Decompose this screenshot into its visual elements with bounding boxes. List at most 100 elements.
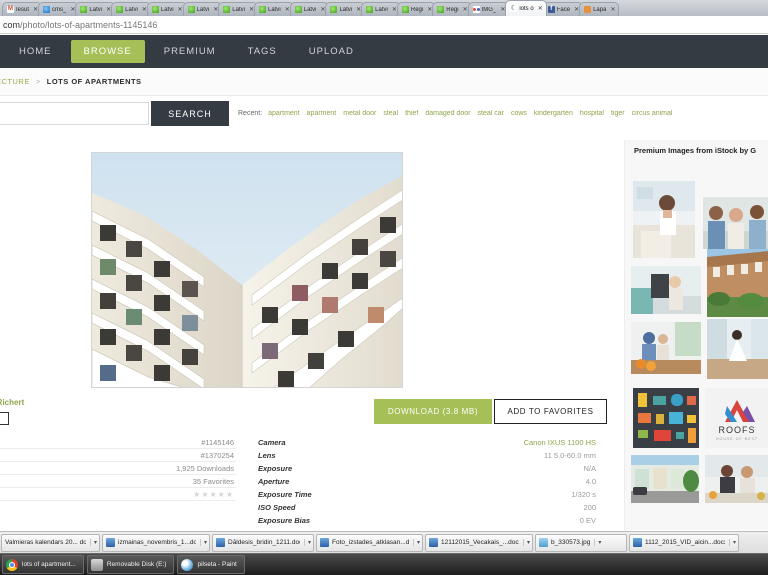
chevron-down-icon[interactable]: ▾ bbox=[412, 539, 420, 546]
close-icon[interactable]: ✕ bbox=[610, 6, 615, 13]
taskbar-window-button[interactable]: Removable Disk (E:) bbox=[86, 555, 175, 574]
taskbar-document-button[interactable]: b_330573.jpg ▾ bbox=[535, 533, 627, 552]
svg-text:ROOFS: ROOFS bbox=[718, 425, 755, 435]
browser-tab[interactable]: Latvi ✕ bbox=[182, 2, 223, 16]
download-button[interactable]: DOWNLOAD (3.8 MB) bbox=[374, 399, 492, 424]
nav-item-tags[interactable]: TAGS bbox=[235, 40, 290, 63]
taskbar-document-button[interactable]: izmainas_novembris_1...docx ▾ bbox=[102, 533, 210, 552]
browser-tab[interactable]: Latvi ✕ bbox=[218, 2, 259, 16]
browser-tab[interactable]: Latvi ✕ bbox=[111, 2, 151, 16]
sidebar-thumb-family-group-outdoor[interactable] bbox=[703, 197, 768, 249]
close-icon[interactable]: ✕ bbox=[285, 6, 290, 13]
browser-tab[interactable]: Latvi ✕ bbox=[75, 2, 116, 16]
chevron-down-icon[interactable]: ▾ bbox=[303, 539, 311, 546]
nav-item-premium[interactable]: PREMIUM bbox=[151, 40, 229, 63]
taskbar-document-button[interactable]: 1112_2015_VID_aicin...docx ▾ bbox=[629, 533, 739, 552]
taskbar-document-button[interactable]: Valmieras kalendars 20... doc ▾ bbox=[1, 533, 100, 552]
browser-tab-label: Latvi bbox=[125, 6, 138, 13]
author-avatar-box bbox=[0, 412, 9, 425]
chevron-down-icon[interactable]: ▾ bbox=[594, 539, 601, 546]
sidebar-thumb-family-breakfast[interactable] bbox=[631, 322, 701, 374]
search-button[interactable]: SEARCH bbox=[151, 101, 229, 126]
recent-tag[interactable]: circus animal bbox=[632, 110, 673, 117]
recent-tag[interactable]: apartment bbox=[268, 110, 300, 117]
browser-tab[interactable]: Latvi ✕ bbox=[289, 2, 330, 16]
recent-tag[interactable]: hospital bbox=[580, 110, 604, 117]
photo-author[interactable]: a Richert bbox=[0, 398, 24, 407]
browser-tab[interactable]: cms_ ✕ bbox=[38, 2, 80, 16]
taskbar-document-button[interactable]: 12112015_Vecakais_...docx ▾ bbox=[425, 533, 533, 552]
nav-item-upload[interactable]: UPLOAD bbox=[296, 40, 367, 63]
breadcrumb-separator: > bbox=[35, 77, 41, 86]
orange-icon bbox=[584, 6, 592, 13]
rating-stars[interactable]: ★★★★★ bbox=[0, 488, 236, 501]
search-input[interactable] bbox=[0, 102, 149, 125]
sidebar-thumb-furniture-icons-set[interactable] bbox=[633, 388, 699, 448]
close-icon[interactable]: ✕ bbox=[178, 6, 183, 13]
recent-tag[interactable]: thief bbox=[405, 110, 418, 117]
close-icon[interactable]: ✕ bbox=[538, 5, 543, 12]
sidebar-thumb-two-women-office[interactable] bbox=[705, 455, 768, 503]
main-photo[interactable] bbox=[91, 152, 403, 388]
taskbar-window-label: Removable Disk (E:) bbox=[106, 561, 167, 568]
word-icon bbox=[633, 538, 642, 547]
breadcrumb: ECTURE > LOTS OF APARTMENTS bbox=[0, 68, 768, 96]
recent-tag[interactable]: aparment bbox=[307, 110, 337, 117]
browser-tab-label: Latvi bbox=[375, 6, 388, 13]
recent-tag-list: apartment aparment metal door steal thief dam… bbox=[268, 110, 679, 117]
browser-tab[interactable]: Lapa ✕ bbox=[579, 2, 620, 16]
browser-tab-label: Reģi bbox=[410, 6, 424, 13]
sidebar-thumb-woman-on-terrace[interactable] bbox=[631, 266, 701, 314]
recent-tag[interactable]: metal door bbox=[343, 110, 376, 117]
taskbar-window-button[interactable]: pilseta - Paint bbox=[177, 555, 245, 574]
browser-tab[interactable]: Latvi ✕ bbox=[325, 2, 366, 16]
exif-value: 1/320 s bbox=[571, 490, 596, 499]
nav-item-browse[interactable]: BROWSE bbox=[70, 40, 145, 63]
recent-tag[interactable]: steal bbox=[383, 110, 398, 117]
blue-globe-icon bbox=[43, 6, 51, 13]
close-icon[interactable]: ✕ bbox=[463, 6, 468, 13]
sidebar-thumb-roofs-logo[interactable]: ROOFS HOUSE OF BEST bbox=[705, 388, 768, 448]
browser-tab-label: Latvi bbox=[196, 6, 210, 13]
photo-stats-table: #1145146 #1370254 1,925 Downloads 35 Favori… bbox=[0, 436, 236, 501]
browser-tab[interactable]: M Iesūt ✕ bbox=[2, 2, 43, 16]
document-label: izmainas_novembris_1...docx bbox=[118, 539, 196, 546]
exif-row: Camera Canon IXUS 1100 HS bbox=[258, 436, 596, 449]
taskbar-window-button[interactable]: lots of apartment... bbox=[2, 555, 84, 574]
image-icon bbox=[539, 538, 548, 547]
apartment-building-illustration bbox=[92, 153, 402, 387]
taskbar-document-button[interactable]: Dāldesis_bridin_1211.doc ▾ bbox=[212, 533, 314, 552]
chevron-down-icon[interactable]: ▾ bbox=[728, 539, 736, 546]
green-globe-icon bbox=[401, 6, 409, 13]
exif-row: Aperture 4.0 bbox=[258, 475, 596, 488]
recent-tag[interactable]: steal car bbox=[478, 110, 504, 117]
windows-documents-bar: Valmieras kalendars 20... doc ▾ izmainas_n… bbox=[0, 531, 768, 553]
exif-row: Lens 11 5.0-60.0 mm bbox=[258, 449, 596, 462]
browser-tab[interactable]: Latvi ✕ bbox=[146, 2, 187, 16]
chevron-down-icon[interactable]: ▾ bbox=[522, 539, 530, 546]
taskbar-document-button[interactable]: Foto_izstades_atklasan...doc ▾ bbox=[316, 533, 423, 552]
recent-tag[interactable]: cows bbox=[511, 110, 527, 117]
sidebar-thumb-woman-in-kitchen[interactable] bbox=[633, 181, 695, 258]
browser-url-bar[interactable]: com/photo/lots-of-apartments-1145146 bbox=[0, 16, 768, 34]
nav-item-home[interactable]: HOME bbox=[6, 40, 65, 63]
breadcrumb-parent[interactable]: ECTURE bbox=[0, 77, 30, 86]
sidebar-thumb-woman-on-deck[interactable] bbox=[707, 319, 768, 379]
sidebar-thumb-colorful-street-houses[interactable] bbox=[631, 455, 699, 503]
recent-tag[interactable]: kindergarten bbox=[534, 110, 573, 117]
recent-tag[interactable]: damaged door bbox=[425, 110, 470, 117]
browser-tab[interactable]: Reģi ✕ bbox=[396, 2, 437, 16]
chevron-down-icon[interactable]: ▾ bbox=[89, 539, 97, 546]
add-to-favorites-button[interactable]: ADD TO FAVORITES bbox=[494, 399, 607, 424]
browser-tab[interactable]: Latvi ✕ bbox=[254, 2, 294, 16]
recent-tag[interactable]: tiger bbox=[611, 110, 625, 117]
browser-tab[interactable]: f Face ✕ bbox=[542, 2, 584, 16]
sidebar-thumb-townhouses-street[interactable] bbox=[707, 249, 768, 317]
chevron-down-icon[interactable]: ▾ bbox=[199, 539, 207, 546]
browser-tab[interactable]: Reģi ✕ bbox=[432, 2, 472, 16]
browser-tab[interactable]: Latvi ✕ bbox=[361, 2, 401, 16]
document-label: 12112015_Vecakais_...docx bbox=[441, 539, 519, 546]
exif-value: 4.0 bbox=[585, 477, 596, 486]
browser-tab[interactable]: IMG_ ✕ bbox=[467, 2, 510, 16]
browser-tab-active[interactable]: ☾ lots o ✕ bbox=[505, 0, 547, 16]
